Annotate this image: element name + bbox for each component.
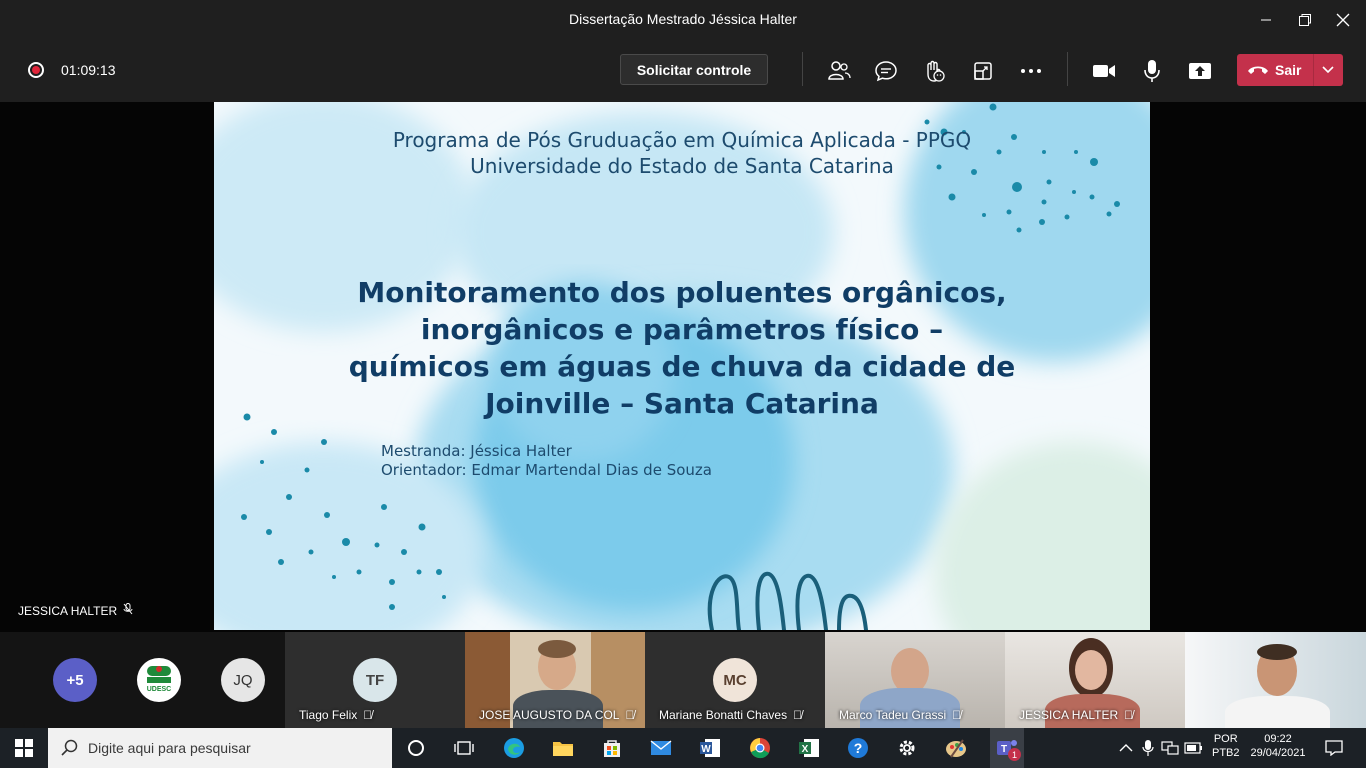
more-participants-button[interactable]: +5 [53,658,97,702]
presenter-label: JESSICA HALTER [18,603,133,618]
participant-tile-unnamed[interactable] [1185,632,1366,728]
windows-start-icon[interactable] [10,734,38,762]
chevron-down-icon[interactable] [1321,63,1335,80]
avatar-jq[interactable]: JQ [221,658,265,702]
slide-credits: Mestranda: Jéssica Halter Orientador: Ed… [381,442,712,480]
presentation-slide: Programa de Pós Gruduação em Química Apl… [214,102,1150,630]
teams-taskbar-icon[interactable]: T 1 [990,728,1024,768]
request-control-button[interactable]: Solicitar controle [620,54,768,85]
participant-name: Mariane Bonatti Chaves 🎙̸ [659,708,803,722]
paint-icon[interactable] [942,734,970,762]
participant-tile-tiago[interactable]: TF Tiago Felix 🎙̸ [285,632,465,728]
keyboard-layout: PTB2 [1212,747,1240,759]
svg-text:?: ? [854,740,863,756]
participant-name: JESSICA HALTER 🎙̸ [1019,708,1134,722]
taskbar-search-box[interactable]: Digite aqui para pesquisar [48,728,392,768]
svg-text:X: X [802,744,809,755]
clock-date: 29/04/2021 [1250,747,1306,759]
more-options-icon[interactable] [1018,58,1044,84]
mic-muted-icon [123,603,133,618]
program-line-1: Programa de Pós Gruduação em Química Apl… [392,128,972,152]
program-heading: Programa de Pós Gruduação em Química Apl… [214,127,1150,179]
minimize-button[interactable] [1251,8,1281,32]
window-title: Dissertação Mestrado Jéssica Halter [569,11,797,27]
participant-name: Tiago Felix 🎙̸ [299,708,373,722]
file-explorer-icon[interactable] [549,734,577,762]
title-line-2: inorgânicos e parâmetros físico – [420,313,944,346]
video-hair [538,640,576,658]
participants-icon[interactable] [826,58,852,84]
window-title-bar: Dissertação Mestrado Jéssica Halter [0,0,1366,40]
notification-badge: 1 [1008,748,1021,761]
share-tray-icon[interactable] [970,58,996,84]
recording-icon [28,62,44,78]
slide-title: Monitoramento dos poluentes orgânicos, i… [344,274,1020,422]
chat-icon[interactable] [873,58,899,84]
presenter-name: JESSICA HALTER [18,603,118,618]
program-line-2: Universidade do Estado de Santa Catarina [470,154,894,178]
participants-strip: +5 UDESC JQ TF Tiago Felix 🎙̸ JOSE AUGUST… [0,632,1366,728]
windows-taskbar: Digite aqui para pesquisar W X ? T 1 POR… [0,728,1366,768]
participant-tile-jose[interactable]: JOSE AUGUSTO DA COL 🎙̸ [465,632,645,728]
camera-icon[interactable] [1091,58,1117,84]
participant-tile-jessica[interactable]: JESSICA HALTER 🎙̸ [1005,632,1185,728]
mic-muted-icon: 🎙̸ [363,708,373,722]
search-icon [60,739,78,760]
participant-tile-mariane[interactable]: MC Mariane Bonatti Chaves 🎙̸ [645,632,825,728]
avatar-tf: TF [353,658,397,702]
language-code: POR [1213,733,1238,745]
task-view-icon[interactable] [450,734,478,762]
leave-button[interactable]: Sair [1237,54,1343,86]
participant-name: Marco Tadeu Grassi 🎙̸ [839,708,962,722]
student-line: Mestranda: Jéssica Halter [381,442,572,460]
toolbar-divider [1067,52,1068,86]
mic-muted-icon: 🎙̸ [625,708,635,722]
advisor-line: Orientador: Edmar Martendal Dias de Souz… [381,461,712,479]
word-icon[interactable]: W [696,734,724,762]
store-icon[interactable] [598,734,626,762]
avatar-mc: MC [713,658,757,702]
close-button[interactable] [1328,8,1358,32]
share-screen-icon[interactable] [1187,58,1213,84]
participant-tile-marco[interactable]: Marco Tadeu Grassi 🎙̸ [825,632,1005,728]
meeting-control-bar: 01:09:13 Solicitar controle Sair [0,40,1366,102]
search-placeholder: Digite aqui para pesquisar [88,740,251,756]
title-line-1: Monitoramento dos poluentes orgânicos, [357,276,1007,309]
leave-divider [1313,54,1314,86]
video-hair [1257,644,1297,660]
toolbar-divider [802,52,803,86]
help-icon[interactable]: ? [844,734,872,762]
settings-gear-icon[interactable] [893,734,921,762]
udesc-logo-text: UDESC [147,686,172,693]
udesc-logo-avatar[interactable]: UDESC [137,658,181,702]
leave-label: Sair [1275,62,1302,78]
cortana-icon[interactable] [402,734,430,762]
input-language[interactable]: POR PTB2 [1212,732,1240,760]
mail-icon[interactable] [647,734,675,762]
svg-text:W: W [701,744,711,755]
video-body [1225,696,1330,728]
edge-icon[interactable] [500,734,528,762]
mic-muted-icon: 🎙̸ [1124,708,1134,722]
participant-name: JOSE AUGUSTO DA COL 🎙̸ [479,708,635,722]
mic-muted-icon: 🎙̸ [952,708,962,722]
title-line-4: Joinville – Santa Catarina [485,387,879,420]
clock-time: 09:22 [1264,733,1292,745]
excel-icon[interactable]: X [795,734,823,762]
reactions-icon[interactable] [921,58,947,84]
mic-muted-icon: 🎙̸ [793,708,803,722]
video-person [1075,650,1107,690]
battery-icon[interactable] [1180,734,1208,762]
restore-button[interactable] [1290,8,1320,32]
meeting-timer: 01:09:13 [61,62,116,78]
chrome-icon[interactable] [746,734,774,762]
clock[interactable]: 09:22 29/04/2021 [1248,732,1308,760]
title-line-3: químicos em águas de chuva da cidade de [348,350,1016,383]
svg-text:T: T [1001,744,1007,755]
microphone-icon[interactable] [1139,58,1165,84]
notifications-icon[interactable] [1320,734,1348,762]
hang-up-icon [1247,63,1269,80]
